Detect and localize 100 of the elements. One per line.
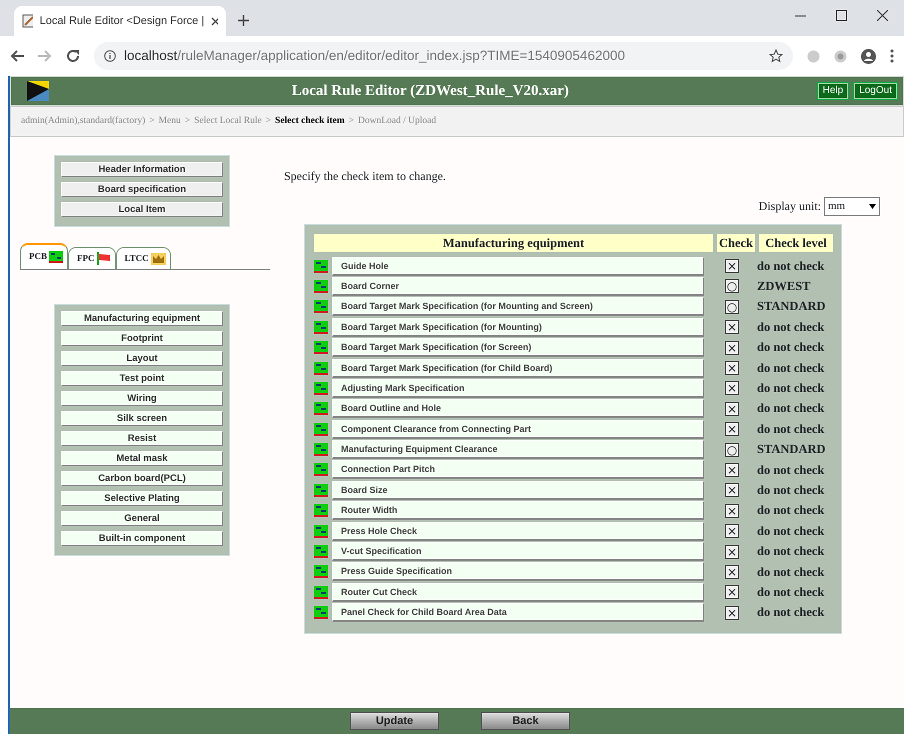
- category-button[interactable]: Layout: [61, 351, 223, 366]
- column-header: Check level: [759, 234, 833, 252]
- breadcrumb-separator: >: [348, 115, 354, 128]
- check-toggle[interactable]: ○: [725, 442, 739, 457]
- new-tab-icon[interactable]: [238, 15, 249, 26]
- profile-icon[interactable]: [861, 48, 876, 64]
- board-icon: [314, 341, 328, 354]
- footer-button[interactable]: Update: [350, 712, 439, 730]
- check-item-button[interactable]: Board Size: [332, 480, 704, 500]
- menu-button[interactable]: Board specification: [61, 182, 223, 197]
- close-icon[interactable]: [211, 16, 218, 26]
- board-icon: [314, 524, 328, 538]
- category-button[interactable]: Selective Plating: [61, 491, 223, 506]
- breadcrumb-separator: >: [266, 115, 272, 128]
- check-item-button[interactable]: Connection Part Pitch: [332, 460, 704, 480]
- category-button[interactable]: Built-in component: [61, 531, 223, 546]
- check-item-button[interactable]: Adjusting Mark Specification: [332, 378, 704, 398]
- star-icon[interactable]: [769, 49, 783, 63]
- check-item-button[interactable]: Router Width: [332, 501, 704, 520]
- check-item-button[interactable]: Board Target Mark Specification (for Screen): [332, 338, 704, 358]
- check-level-text: do not check: [757, 522, 826, 540]
- check-toggle[interactable]: ×: [725, 422, 739, 436]
- reload-icon[interactable]: [66, 49, 80, 63]
- board-icon: [314, 463, 328, 476]
- check-toggle[interactable]: ×: [725, 259, 739, 274]
- back-icon[interactable]: [10, 50, 24, 62]
- check-level-text: do not check: [757, 482, 826, 499]
- check-toggle[interactable]: ○: [725, 279, 739, 294]
- header-button[interactable]: LogOut: [854, 83, 897, 99]
- category-button[interactable]: General: [61, 511, 223, 526]
- breadcrumb-separator: >: [184, 115, 190, 128]
- header-button[interactable]: Help: [818, 83, 848, 99]
- board-icon: [314, 362, 328, 375]
- address-bar[interactable]: localhost/ruleManager/application/en/editor/editor_index.jsp?TIME=1540905462000: [94, 42, 793, 70]
- category-button[interactable]: Resist: [61, 431, 223, 446]
- menu-button[interactable]: Header Information: [61, 162, 223, 177]
- board-icon: [314, 300, 328, 314]
- maximize-icon[interactable]: [836, 10, 847, 21]
- check-toggle[interactable]: ×: [725, 320, 739, 334]
- check-level-text: do not check: [757, 360, 826, 377]
- extension-icon[interactable]: [834, 50, 847, 62]
- check-item-button[interactable]: Press Hole Check: [332, 522, 704, 541]
- check-item-button[interactable]: Press Guide Specification: [332, 562, 704, 582]
- unit-dropdown[interactable]: mm: [824, 197, 880, 216]
- menu-icon[interactable]: [890, 49, 894, 63]
- check-toggle[interactable]: ×: [725, 483, 739, 498]
- close-icon[interactable]: [877, 10, 888, 21]
- check-toggle[interactable]: ○: [725, 300, 739, 314]
- board-icon: [314, 586, 328, 599]
- check-toggle[interactable]: ×: [725, 606, 739, 620]
- check-level-text: do not check: [757, 604, 826, 622]
- check-level-text: do not check: [757, 502, 826, 520]
- check-item-button[interactable]: Router Cut Check: [332, 582, 704, 602]
- footer-button[interactable]: Back: [481, 712, 570, 730]
- check-item-button[interactable]: Manufacturing Equipment Clearance: [332, 440, 704, 460]
- check-toggle[interactable]: ×: [725, 585, 739, 600]
- breadcrumb-separator: >: [149, 115, 155, 128]
- board-icon: [314, 545, 328, 558]
- category-button[interactable]: Carbon board(PCL): [61, 471, 223, 486]
- board-icon: [314, 402, 328, 416]
- check-toggle[interactable]: ×: [725, 381, 739, 396]
- check-item-button[interactable]: Board Corner: [332, 276, 704, 296]
- check-toggle[interactable]: ×: [725, 462, 739, 477]
- check-item-button[interactable]: Board Target Mark Specification (for Mounting): [332, 318, 704, 337]
- board-icon: [314, 504, 328, 518]
- category-button[interactable]: Footprint: [61, 331, 223, 346]
- check-level-text: do not check: [757, 584, 826, 601]
- check-item-button[interactable]: Board Target Mark Specification (for Mounting and Screen): [332, 297, 704, 316]
- board-tab[interactable]: PCB: [20, 243, 68, 269]
- category-button[interactable]: Test point: [61, 371, 223, 386]
- check-item-button[interactable]: Panel Check for Child Board Area Data: [332, 603, 704, 622]
- check-toggle[interactable]: ×: [725, 544, 739, 559]
- check-item-button[interactable]: Guide Hole: [332, 256, 704, 276]
- check-item-button[interactable]: Component Clearance from Connecting Part: [332, 420, 704, 439]
- column-header: Check: [717, 234, 755, 252]
- check-toggle[interactable]: ×: [725, 361, 739, 376]
- check-item-button[interactable]: Board Target Mark Specification (for Child Board): [332, 358, 704, 378]
- board-icon: [314, 443, 328, 456]
- menu-button[interactable]: Local Item: [61, 202, 223, 217]
- category-button[interactable]: Wiring: [61, 391, 223, 406]
- check-level-text: STANDARD: [757, 298, 827, 316]
- board-icon: [314, 565, 328, 578]
- logo-icon: [27, 81, 49, 101]
- tab-title: Local Rule Editor <Design Force |: [40, 14, 204, 29]
- check-toggle[interactable]: ×: [725, 524, 739, 538]
- category-button[interactable]: Metal mask: [61, 451, 223, 466]
- check-level-text: do not check: [757, 318, 826, 336]
- board-tab[interactable]: LTCC: [116, 247, 171, 269]
- breadcrumb-item: Select check item: [275, 115, 345, 128]
- category-button[interactable]: Silk screen: [61, 411, 223, 426]
- check-toggle[interactable]: ×: [725, 402, 739, 416]
- board-tab[interactable]: FPC: [68, 247, 116, 269]
- check-item-button[interactable]: Board Outline and Hole: [332, 399, 704, 418]
- category-button[interactable]: Manufacturing equipment: [61, 311, 223, 326]
- check-item-button[interactable]: V-cut Specification: [332, 542, 704, 562]
- browser-tab[interactable]: Local Rule Editor <Design Force |: [14, 6, 226, 36]
- check-toggle[interactable]: ×: [725, 504, 739, 518]
- check-toggle[interactable]: ×: [725, 340, 739, 355]
- check-toggle[interactable]: ×: [725, 564, 739, 579]
- check-level-text: do not check: [757, 400, 826, 418]
